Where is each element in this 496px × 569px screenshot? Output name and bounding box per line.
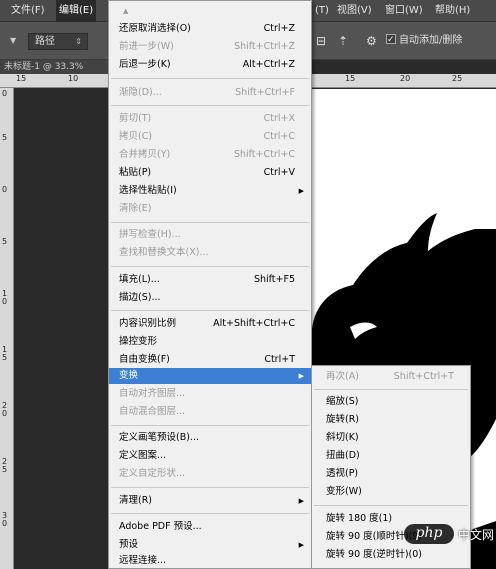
menu-item-define-custom-shape[interactable]: 定义自定形状... [109,466,311,482]
auto-add-delete-checkbox[interactable]: 自动添加/删除 [386,32,463,49]
submenu-arrow-icon: ▶ [298,187,304,195]
document-tab[interactable]: 未标题-1 @ 33.3% [0,60,120,74]
submenu-item-rotate-90-ccw[interactable]: 旋转 90 度(逆时针)(0) [312,547,470,563]
menu-item-cut[interactable]: 剪切(T) Ctrl+X [109,111,311,127]
ruler-tick: 1 0 [2,289,8,306]
path-arrange-icon[interactable]: ⇡ [338,34,348,48]
watermark-site-text: 中文网 [458,527,495,542]
menu-separator [111,513,309,514]
menu-item-define-brush[interactable]: 定义画笔预设(B)... [109,430,311,446]
menu-item-content-aware-scale[interactable]: 内容识别比例 Alt+Shift+Ctrl+C [109,316,311,332]
menu-scroll-up[interactable]: ▲ [109,3,311,19]
menu-item-fade[interactable]: 渐隐(D)... Shift+Ctrl+F [109,85,311,101]
path-align-icon[interactable]: ⊟ [316,34,326,48]
php-watermark: php 中文网 [404,524,494,544]
menu-separator [111,266,309,267]
menu-view[interactable]: 视图(V) [334,0,375,22]
submenu-item-perspective[interactable]: 透视(P) [312,466,470,482]
menu-file[interactable]: 文件(F) [8,0,48,22]
submenu-arrow-icon: ▶ [298,372,304,380]
ruler-tick: 0 [2,89,8,98]
submenu-item-skew[interactable]: 斜切(K) [312,430,470,446]
menu-help[interactable]: 帮助(H) [432,0,473,22]
ruler-tick: 0 [2,185,8,194]
ruler-tick: 3 0 [2,511,8,528]
menu-item-spell-check[interactable]: 拼写检查(H)... [109,227,311,243]
ruler-tick: 25 [452,74,463,83]
menu-item-puppet-warp[interactable]: 操控变形 [109,334,311,350]
chevron-updown-icon: ⇕ [75,37,82,46]
menu-item-undo[interactable]: 还原取消选择(O) Ctrl+Z [109,21,311,37]
path-mode-select[interactable]: 路径 ⇕ [28,33,88,50]
menu-item-step-backward[interactable]: 后退一步(K) Alt+Ctrl+Z [109,57,311,73]
menu-item-paste-special[interactable]: 选择性粘贴(I) ▶ [109,183,311,199]
submenu-item-scale[interactable]: 缩放(S) [312,394,470,410]
ruler-tick: 15 [345,74,356,83]
menu-separator [111,78,309,79]
menu-item-purge[interactable]: 清理(R) ▶ [109,493,311,509]
menu-item-free-transform[interactable]: 自由变换(F) Ctrl+T [109,352,311,368]
menu-separator [314,505,468,506]
menu-item-stroke[interactable]: 描边(S)... [109,290,311,306]
ruler-tick: 2 5 [2,457,8,474]
submenu-arrow-icon: ▶ [298,541,304,549]
menu-separator [111,310,309,311]
menu-filter[interactable]: (T) [312,0,332,22]
menu-item-transform[interactable]: 变换 ▶ [109,368,311,384]
submenu-item-rotate[interactable]: 旋转(R) [312,412,470,428]
submenu-item-warp[interactable]: 变形(W) [312,484,470,500]
menu-separator [111,222,309,223]
ruler-tick: 5 [2,133,8,142]
ruler-tick: 15 [16,74,27,83]
menu-item-define-pattern[interactable]: 定义图案... [109,448,311,464]
menu-item-auto-blend-layers[interactable]: 自动混合图层... [109,404,311,420]
submenu-item-distort[interactable]: 扭曲(D) [312,448,470,464]
menu-item-step-forward[interactable]: 前进一步(W) Shift+Ctrl+Z [109,39,311,55]
ruler-tick: 5 [2,237,8,246]
ruler-tick: 20 [400,74,411,83]
menu-item-copy-merged[interactable]: 合并拷贝(Y) Shift+Ctrl+C [109,147,311,163]
menu-item-auto-align-layers[interactable]: 自动对齐图层... [109,386,311,402]
submenu-item-again[interactable]: 再次(A) Shift+Ctrl+T [312,369,470,385]
php-logo: php [404,524,454,544]
menu-item-paste[interactable]: 粘贴(P) Ctrl+V [109,165,311,181]
menu-separator [111,487,309,488]
ruler-tick: 10 [68,74,79,83]
auto-add-delete-label: 自动添加/删除 [399,35,463,46]
edit-menu: ▲ 还原取消选择(O) Ctrl+Z 前进一步(W) Shift+Ctrl+Z 后退… [108,0,312,569]
menu-item-clear[interactable]: 清除(E) [109,201,311,217]
menu-edit[interactable]: 编辑(E) [56,0,97,22]
menu-separator [314,389,468,390]
path-mode-value: 路径 [35,36,55,47]
vertical-ruler: 0 5 0 5 1 0 1 5 2 0 2 5 3 0 [0,88,14,569]
gear-icon[interactable]: ⚙ [366,34,377,48]
menu-separator [111,425,309,426]
menu-separator [111,105,309,106]
menu-item-copy[interactable]: 拷贝(C) Ctrl+C [109,129,311,145]
menu-window[interactable]: 窗口(W) [382,0,426,22]
scroll-up-icon: ▲ [123,7,129,15]
tool-preset-arrow-icon[interactable]: ▼ [10,36,16,45]
menu-item-remote-connections[interactable]: 远程连接... [109,553,311,569]
menu-item-adobe-pdf-presets[interactable]: Adobe PDF 预设... [109,519,311,535]
checkbox-checked-icon [386,32,396,48]
submenu-arrow-icon: ▶ [298,497,304,505]
menu-item-find-replace[interactable]: 查找和替换文本(X)... [109,245,311,261]
menu-item-fill[interactable]: 填充(L)... Shift+F5 [109,272,311,288]
menu-item-presets[interactable]: 预设 ▶ [109,537,311,553]
ruler-tick: 2 0 [2,401,8,418]
ruler-tick: 1 5 [2,345,8,362]
